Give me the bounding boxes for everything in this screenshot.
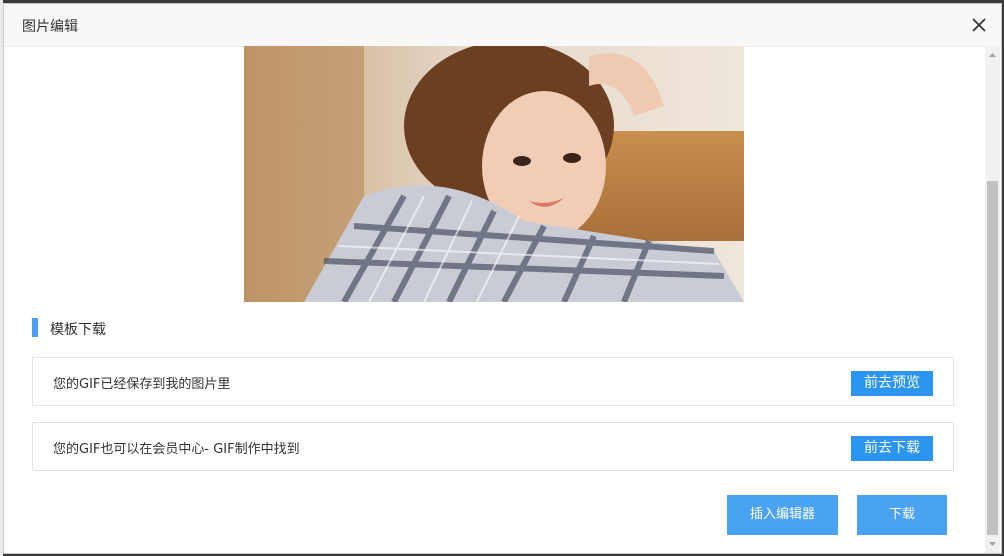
go-download-button[interactable]: 前去下载 <box>851 436 933 461</box>
dialog-title: 图片编辑 <box>22 19 78 35</box>
section-accent-bar <box>32 318 38 337</box>
scroll-up-arrow-icon[interactable] <box>985 48 1000 62</box>
image-edit-dialog: 图片编辑 模板下载 您的GIF已经保存到我的图片里 前去预览 您的GIF也可以在… <box>3 3 1002 554</box>
preview-button[interactable]: 前去预览 <box>851 371 933 396</box>
close-icon <box>972 18 986 32</box>
photo-illustration <box>244 46 744 302</box>
close-button[interactable] <box>967 13 991 37</box>
gif-preview-image <box>244 46 744 302</box>
scrollbar-thumb[interactable] <box>987 181 998 535</box>
info-text-member-center: 您的GIF也可以在会员中心- GIF制作中找到 <box>53 442 300 457</box>
vertical-scrollbar[interactable] <box>985 46 1000 553</box>
insert-editor-button[interactable]: 插入编辑器 <box>727 495 838 535</box>
info-row-member-center: 您的GIF也可以在会员中心- GIF制作中找到 前去下载 <box>32 422 954 471</box>
info-text-saved: 您的GIF已经保存到我的图片里 <box>53 377 231 392</box>
section-title: 模板下载 <box>50 322 106 338</box>
scroll-down-arrow-icon[interactable] <box>985 537 1000 551</box>
download-button[interactable]: 下载 <box>857 495 947 535</box>
info-row-saved: 您的GIF已经保存到我的图片里 前去预览 <box>32 357 954 406</box>
dialog-titlebar: 图片编辑 <box>4 4 1001 47</box>
